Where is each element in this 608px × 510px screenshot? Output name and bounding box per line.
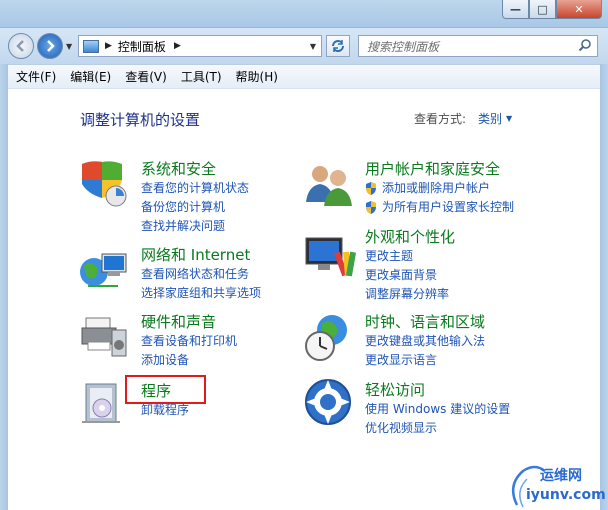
category-title-network-internet[interactable]: 网络和 Internet [141,246,261,265]
link-change-desktop-background[interactable]: 更改桌面背景 [365,266,455,285]
recent-pages-dropdown-icon[interactable]: ▼ [66,42,72,51]
window-frame-right [600,64,608,510]
category-hardware-sound: 硬件和声音 查看设备和打印机 添加设备 [141,313,237,370]
link-adjust-resolution[interactable]: 调整屏幕分辨率 [365,285,455,304]
address-toolbar: ▼ ▶ 控制面板 ▶ ▼ 搜索控制面板 [0,28,608,64]
ease-of-access-icon[interactable] [302,378,356,428]
title-bar: — □ ✕ [0,0,608,28]
category-title-user-accounts[interactable]: 用户帐户和家庭安全 [365,160,514,179]
category-title-ease-of-access[interactable]: 轻松访问 [365,381,510,400]
maximize-button[interactable]: □ [529,0,556,19]
category-ease-of-access: 轻松访问 使用 Windows 建议的设置 优化视频显示 [365,381,510,438]
clock-language-region-icon[interactable] [302,312,358,364]
link-backup-computer[interactable]: 备份您的计算机 [141,198,249,217]
category-title-hardware-sound[interactable]: 硬件和声音 [141,313,237,332]
link-homegroup-sharing[interactable]: 选择家庭组和共享选项 [141,284,261,303]
category-network-internet: 网络和 Internet 查看网络状态和任务 选择家庭组和共享选项 [141,246,261,303]
network-internet-icon[interactable] [78,246,132,294]
category-system-security: 系统和安全 查看您的计算机状态 备份您的计算机 查找并解决问题 [141,160,249,236]
link-view-devices-printers[interactable]: 查看设备和打印机 [141,332,237,351]
programs-icon[interactable] [78,378,128,428]
refresh-button[interactable] [326,35,350,57]
link-text: 为所有用户设置家长控制 [382,200,515,214]
breadcrumb-arrow-icon[interactable]: ▶ [105,41,112,51]
menu-help[interactable]: 帮助(H) [228,68,284,85]
watermark-url: iyunv.com [526,487,606,503]
forward-button[interactable] [37,33,63,59]
menu-bar: 文件(F) 编辑(E) 查看(V) 工具(T) 帮助(H) [8,64,600,88]
control-panel-icon [83,39,99,53]
link-optimize-video-display[interactable]: 优化视频显示 [365,419,510,438]
hardware-sound-icon[interactable] [78,312,132,362]
category-user-accounts: 用户帐户和家庭安全 添加或删除用户帐户 为所有用户设置家长控制 [365,160,514,217]
minimize-button[interactable]: — [502,0,529,19]
menu-edit[interactable]: 编辑(E) [62,68,117,85]
link-add-remove-users[interactable]: 添加或删除用户帐户 [365,179,514,198]
menu-file[interactable]: 文件(F) [8,68,62,85]
dropdown-arrow-icon: ▼ [506,114,513,123]
link-parental-controls[interactable]: 为所有用户设置家长控制 [365,198,514,217]
link-change-keyboard-input[interactable]: 更改键盘或其他输入法 [365,332,485,351]
view-by-dropdown[interactable]: 类别 ▼ [478,110,512,127]
link-add-device[interactable]: 添加设备 [141,351,237,370]
view-by-value: 类别 [478,112,503,126]
link-view-computer-status[interactable]: 查看您的计算机状态 [141,179,249,198]
window-frame-left [0,64,8,510]
category-clock-language-region: 时钟、语言和区域 更改键盘或其他输入法 更改显示语言 [365,313,485,370]
breadcrumb-control-panel[interactable]: 控制面板 [118,38,166,55]
appearance-personalization-icon[interactable] [302,232,358,284]
page-title: 调整计算机的设置 [80,111,201,129]
watermark-text: 运维网 [540,468,582,484]
address-dropdown-icon[interactable]: ▼ [310,42,316,51]
link-use-recommended-settings[interactable]: 使用 Windows 建议的设置 [365,400,510,419]
link-change-theme[interactable]: 更改主题 [365,247,455,266]
system-security-icon[interactable] [78,158,130,208]
user-accounts-icon[interactable] [302,158,358,208]
refresh-icon [332,40,344,52]
view-by-label: 查看方式: [414,112,467,126]
search-input[interactable]: 搜索控制面板 [358,35,598,57]
back-button[interactable] [8,33,34,59]
arrow-left-icon [16,40,24,52]
window-controls: — □ ✕ [502,0,602,19]
link-text: 添加或删除用户帐户 [382,181,491,195]
arrow-right-icon [47,40,55,52]
category-appearance: 外观和个性化 更改主题 更改桌面背景 调整屏幕分辨率 [365,228,455,304]
category-title-appearance[interactable]: 外观和个性化 [365,228,455,247]
menu-view[interactable]: 查看(V) [117,68,173,85]
content-area [8,88,600,510]
menu-tools[interactable]: 工具(T) [173,68,228,85]
category-title-clock-language-region[interactable]: 时钟、语言和区域 [365,313,485,332]
address-bar[interactable]: ▶ 控制面板 ▶ ▼ [78,35,322,57]
search-icon[interactable] [578,38,592,52]
uac-shield-icon [366,201,376,214]
link-change-display-language[interactable]: 更改显示语言 [365,351,485,370]
link-find-fix-problems[interactable]: 查找并解决问题 [141,217,249,236]
breadcrumb-arrow-icon[interactable]: ▶ [174,41,181,51]
category-title-system-security[interactable]: 系统和安全 [141,160,249,179]
highlight-box [125,375,206,404]
link-view-network-status[interactable]: 查看网络状态和任务 [141,265,261,284]
uac-shield-icon [366,182,376,195]
search-placeholder: 搜索控制面板 [367,39,440,54]
close-button[interactable]: ✕ [556,0,602,19]
